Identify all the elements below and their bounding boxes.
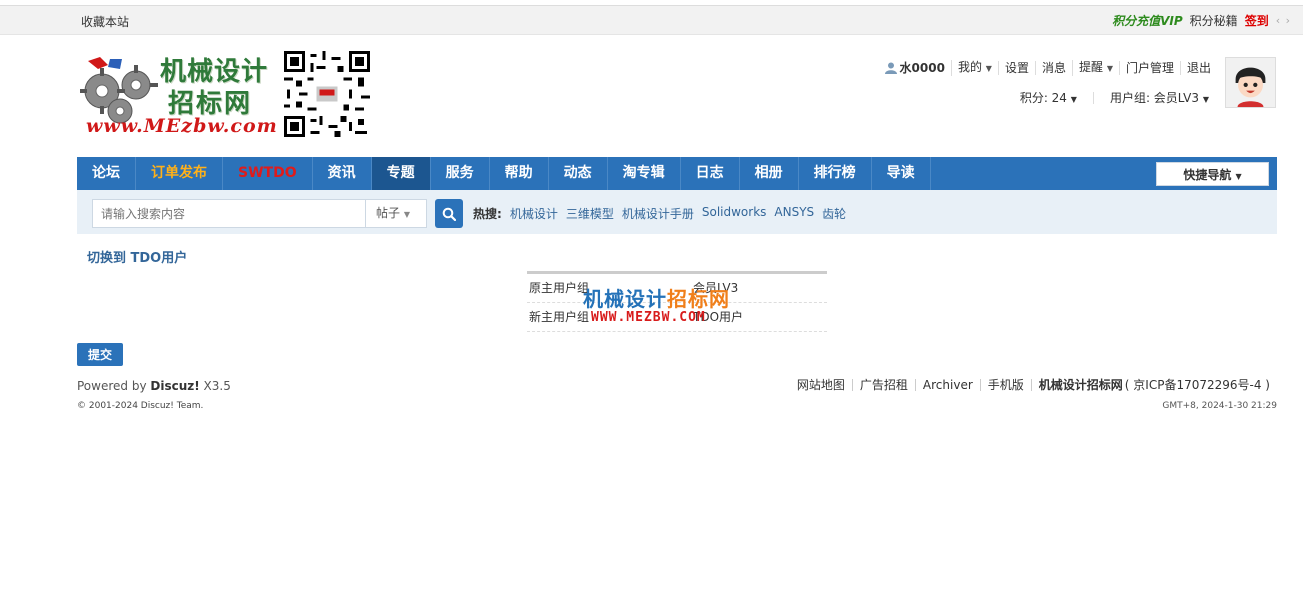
main-nav: 论坛 订单发布 SWTDO 资讯 专题 服务 帮助 动态 淘专辑 日志 相册 排行榜 导读 [77, 157, 1277, 190]
points-secret-link[interactable]: 积分秘籍 [1190, 12, 1238, 29]
search-icon [442, 207, 456, 221]
remind-menu[interactable]: 提醒 ▼ [1071, 60, 1119, 76]
hot-keyword-link[interactable]: ANSYS [774, 205, 814, 222]
nav-item-3[interactable]: 资讯 [313, 157, 372, 190]
submit-button[interactable]: 提交 [77, 343, 123, 366]
table-row: 原主用户组 会员LV3 [527, 274, 827, 303]
table-row: 新主用户组 TDO用户 [527, 303, 827, 332]
caret-down-icon: ▼ [985, 64, 992, 73]
search-type-select[interactable]: 帖子 ▼ [365, 199, 427, 228]
nav-item-1[interactable]: 订单发布 [136, 157, 223, 190]
remind-menu-label: 提醒 [1078, 60, 1103, 74]
user-group-menu[interactable]: 用户组: 会员LV3 ▼ [1110, 89, 1209, 106]
width-toggle-icon[interactable]: ‹ › [1276, 14, 1291, 27]
caret-down-icon: ▼ [1106, 64, 1113, 73]
nav-item-2[interactable]: SWTDO [223, 157, 313, 190]
nav-item-9[interactable]: 日志 [681, 157, 740, 190]
powered-version: X3.5 [199, 379, 231, 393]
messages-link[interactable]: 消息 [1034, 61, 1072, 75]
nav-item-5[interactable]: 服务 [431, 157, 490, 190]
nav-item-7[interactable]: 动态 [549, 157, 608, 190]
powered-by: Powered by Discuz! X3.5 [77, 379, 231, 393]
footer-links: 网站地图 广告招租 Archiver 手机版 机械设计招标网 ( 京ICP备170722… [790, 379, 1277, 391]
search-type-label: 帖子 [376, 206, 401, 220]
powered-prefix: Powered by [77, 379, 151, 393]
nav-item-6[interactable]: 帮助 [490, 157, 549, 190]
row-key: 新主用户组 [529, 310, 590, 324]
site-name-link[interactable]: 机械设计招标网 [1030, 379, 1125, 391]
row-value: TDO用户 [693, 310, 744, 324]
hot-keyword-link[interactable]: 齿轮 [822, 205, 846, 222]
footer-link[interactable]: 广告招租 [851, 379, 915, 391]
search-button[interactable] [435, 199, 463, 228]
row-key: 原主用户组 [529, 281, 590, 295]
hot-keyword-link[interactable]: 机械设计 [510, 205, 558, 222]
top-bar: 收藏本站 积分充值VIP 积分秘籍 签到 ‹ › [0, 5, 1303, 35]
points-label: 积分: 24 [1019, 91, 1067, 105]
my-menu[interactable]: 我的 ▼ [950, 60, 998, 76]
hot-search-label: 热搜: [473, 207, 502, 221]
search-input[interactable] [92, 199, 366, 228]
icp-link[interactable]: ( 京ICP备17072296号-4 ) [1125, 379, 1277, 391]
portal-admin-link[interactable]: 门户管理 [1118, 61, 1180, 75]
footer-link[interactable]: 网站地图 [790, 379, 852, 391]
favorite-link[interactable]: 收藏本站 [81, 13, 129, 30]
quick-nav-label: 快捷导航 [1183, 168, 1232, 182]
username-link[interactable]: 水0000 [879, 61, 951, 75]
caret-down-icon: ▼ [1235, 172, 1242, 181]
footer-link[interactable]: 手机版 [979, 379, 1031, 391]
top-bar-right: 积分充值VIP 积分秘籍 签到 ‹ › [1112, 12, 1291, 29]
points-menu[interactable]: 积分: 24 ▼ [1020, 89, 1077, 106]
nav-item-0[interactable]: 论坛 [77, 157, 136, 190]
search-bar: 帖子 ▼ 热搜: 机械设计三维模型机械设计手册 Solidworks ANSYS 齿轮 [77, 190, 1277, 234]
user-icon [884, 62, 897, 74]
avatar[interactable] [1225, 57, 1276, 108]
page-title: 切换到 TDO用户 [87, 251, 188, 266]
sign-in-link[interactable]: 签到 [1245, 12, 1269, 29]
caret-down-icon: ▼ [403, 210, 410, 219]
hot-keyword-link[interactable]: 机械设计手册 [622, 205, 694, 222]
qr-code-image [284, 51, 370, 137]
nav-item-11[interactable]: 排行榜 [799, 157, 872, 190]
site-logo[interactable]: 机械设计 招标网 www.MEzbw.com [80, 49, 277, 139]
server-time: GMT+8, 2024-1-30 21:29 [1162, 401, 1277, 411]
hot-keyword-link[interactable]: Solidworks [702, 205, 767, 222]
username-text: 水0000 [899, 61, 945, 75]
nav-item-4[interactable]: 专题 [371, 157, 431, 190]
quick-nav-button[interactable]: 快捷导航 ▼ [1156, 162, 1269, 186]
nav-item-12[interactable]: 导读 [872, 157, 931, 190]
caret-down-icon: ▼ [1070, 95, 1077, 104]
caret-down-icon: ▼ [1202, 95, 1209, 104]
user-menu-bar: 水0000 我的 ▼ 设置 消息 提醒 ▼ 门户管理 退出 [879, 60, 1217, 76]
user-group-table: 原主用户组 会员LV3 新主用户组 TDO用户 [527, 271, 827, 332]
vip-recharge-link[interactable]: 积分充值VIP [1112, 12, 1183, 29]
settings-link[interactable]: 设置 [997, 61, 1035, 75]
hot-search-list: 热搜: 机械设计 三维模型 机械设计手册 Solidworks ANSYS 齿轮 [473, 205, 846, 222]
footer-link[interactable]: Archiver [914, 379, 980, 391]
user-stats-bar: 积分: 24 ▼ 用户组: 会员LV3 ▼ [1020, 89, 1209, 106]
user-group-label: 用户组: 会员LV3 [1109, 91, 1200, 105]
my-menu-label: 我的 [957, 60, 982, 74]
nav-item-8[interactable]: 淘专辑 [608, 157, 681, 190]
row-value: 会员LV3 [693, 281, 739, 295]
hot-keyword-link[interactable]: 三维模型 [566, 205, 614, 222]
discuz-link[interactable]: Discuz! [150, 379, 199, 393]
copyright: © 2001-2024 Discuz! Team. [77, 401, 204, 411]
divider [1092, 91, 1094, 104]
logo-text-url: www.MEzbw.com [86, 115, 278, 137]
logout-link[interactable]: 退出 [1179, 61, 1217, 75]
nav-item-10[interactable]: 相册 [740, 157, 799, 190]
